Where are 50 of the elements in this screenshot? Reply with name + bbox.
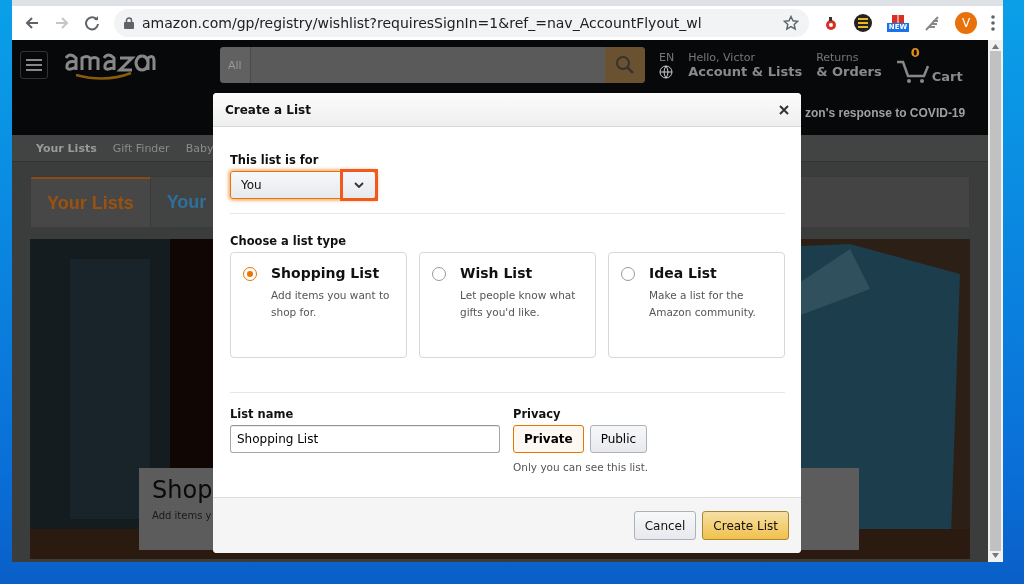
list-type-name: Shopping List [271, 265, 381, 281]
cart-button[interactable]: 0 Cart [895, 46, 963, 84]
list-name-field[interactable]: Shopping List [230, 425, 500, 453]
lock-icon [124, 17, 134, 29]
list-type-card[interactable]: Idea List Make a list for the Amazon community. [608, 252, 785, 358]
feather-icon[interactable] [923, 14, 941, 32]
close-icon[interactable] [779, 104, 789, 115]
list-type-name: Wish List [460, 265, 534, 281]
field-label: This list is for [230, 153, 320, 167]
account-menu[interactable]: Hello, Victor Account & Lists [688, 51, 803, 79]
create-list-button[interactable]: Create List [702, 511, 789, 540]
banner-text: Add items y [152, 510, 212, 521]
star-icon[interactable] [783, 15, 799, 31]
covid-notice-link[interactable]: zon's response to COVID-19 [805, 105, 966, 120]
radio-button[interactable] [621, 267, 635, 281]
privacy-note: Only you can see this list. [513, 461, 649, 473]
privacy-option[interactable]: Private [513, 425, 584, 453]
menu-icon [26, 59, 42, 71]
field-label: Choose a list type [230, 234, 348, 248]
menu-button[interactable] [20, 51, 48, 79]
list-owner-dropdown[interactable]: You [230, 171, 376, 199]
list-type-card[interactable]: Wish List Let people know what gifts you'd like. [419, 252, 596, 358]
scrollbar[interactable] [988, 40, 1003, 562]
address-bar[interactable]: amazon.com/gp/registry/wishlist?requiresSignIn=1&ref_=nav_AccountFlyout_wl [114, 9, 809, 37]
list-type-description: Add items you want to shop for. [271, 288, 391, 320]
orders-link[interactable]: Returns & Orders [816, 51, 882, 79]
reload-icon[interactable] [84, 15, 100, 31]
list-type-name: Idea List [649, 265, 718, 281]
list-type-description: Make a list for the Amazon community. [649, 288, 757, 320]
globe-icon [659, 65, 673, 79]
dialog-title: Create a List [225, 102, 311, 117]
list-type-card[interactable]: Shopping List Add items you want to shop for. [230, 252, 407, 358]
language-selector[interactable]: EN [659, 51, 675, 79]
radio-button[interactable] [243, 267, 257, 281]
scroll-up-icon[interactable] [992, 44, 999, 49]
field-label: List name [230, 407, 295, 421]
scroll-down-icon[interactable] [992, 553, 999, 558]
field-label: Privacy [513, 407, 562, 421]
cancel-button[interactable]: Cancel [633, 511, 697, 540]
chevron-down-icon [354, 182, 364, 188]
cart-icon [895, 58, 930, 84]
list-type-description: Let people know what gifts you'd like. [460, 288, 577, 320]
extension-icon[interactable] [823, 15, 839, 31]
radio-button[interactable] [432, 267, 446, 281]
back-icon[interactable] [24, 15, 40, 31]
banner-title: Shop [152, 476, 214, 504]
privacy-option[interactable]: Public [589, 425, 648, 453]
extension-icon[interactable] [853, 13, 873, 33]
menu-icon[interactable] [991, 15, 995, 31]
search-icon [615, 55, 635, 75]
